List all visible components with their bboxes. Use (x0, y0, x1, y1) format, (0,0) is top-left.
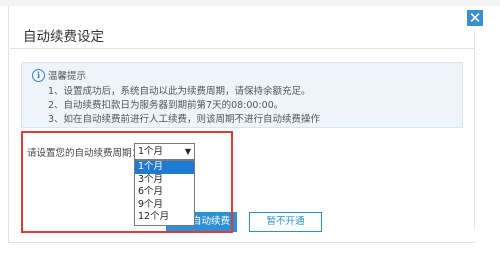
backdrop-strip (0, 0, 500, 6)
period-option-9-months[interactable]: 9个月 (135, 199, 194, 212)
selected-period-value: 1个月 (138, 146, 164, 157)
tip-line-3: 3、如在自动续费前进行人工续费，则该周期不进行自动续费操作 (48, 114, 321, 125)
period-option-1-month[interactable]: 1个月 (135, 161, 194, 174)
period-option-6-months[interactable]: 6个月 (135, 186, 194, 199)
period-option-3-months[interactable]: 3个月 (135, 174, 194, 187)
dialog-right-border (474, 30, 475, 230)
dropdown-arrow-icon[interactable]: ▼ (185, 144, 191, 159)
close-icon[interactable]: ✕ (467, 10, 483, 26)
not-now-button[interactable]: 暂不开通 (249, 212, 322, 232)
info-icon: i (32, 69, 45, 82)
renewal-period-select[interactable]: 1个月 ▼ (134, 143, 195, 160)
tip-line-1: 1、设置成功后，系统自动以此为续费周期，请保持余额充足。 (48, 86, 311, 97)
tip-line-2: 2、自动续费扣款日为服务器到期前第7天的08:00:00。 (48, 100, 284, 111)
tips-title: 温馨提示 (48, 71, 87, 82)
dialog-bottom-border (8, 242, 475, 243)
dialog-title: 自动续费设定 (23, 29, 104, 45)
period-option-12-months[interactable]: 12个月 (135, 211, 194, 224)
period-options-list: 1个月 3个月 6个月 9个月 12个月 (134, 160, 195, 226)
dialog-left-border (8, 6, 9, 242)
renewal-period-label: 请设置您的自动续费周期： (27, 148, 142, 159)
title-divider (10, 48, 474, 49)
